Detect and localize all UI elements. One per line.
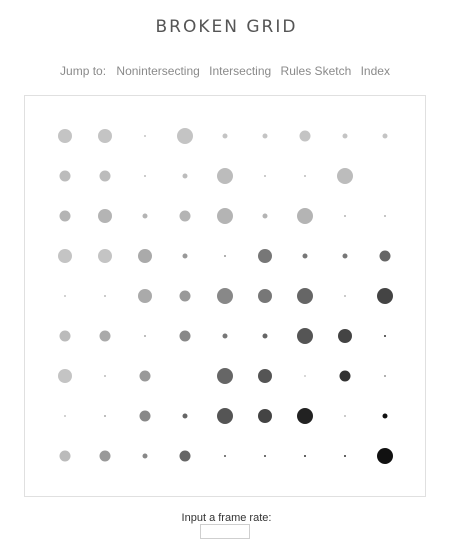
grid-dot xyxy=(258,289,272,303)
grid-dot xyxy=(262,333,268,339)
grid-dot xyxy=(139,410,151,422)
grid-dot xyxy=(217,288,233,304)
grid-dot xyxy=(222,133,228,139)
grid-dot xyxy=(342,253,348,259)
link-nonintersecting[interactable]: Nonintersecting xyxy=(116,64,199,78)
grid-dot xyxy=(104,415,106,417)
grid-dot xyxy=(179,450,191,462)
grid-dot xyxy=(182,173,188,179)
dot-grid xyxy=(58,128,393,464)
grid-dot xyxy=(264,175,266,177)
grid-dot xyxy=(59,330,71,342)
grid-dot xyxy=(217,168,233,184)
grid-dot xyxy=(297,288,313,304)
grid-dot xyxy=(99,170,111,182)
grid-dot xyxy=(59,170,71,182)
grid-dot xyxy=(64,415,66,417)
grid-dot xyxy=(297,208,313,224)
grid-dot xyxy=(344,215,346,217)
grid-dot xyxy=(217,368,233,384)
page-title: BROKEN GRID xyxy=(155,17,298,37)
grid-dot xyxy=(338,329,352,343)
grid-dot xyxy=(182,413,188,419)
jump-nav: Jump to: Nonintersecting Intersecting Ru… xyxy=(0,64,453,78)
grid-dot xyxy=(262,213,268,219)
link-index[interactable]: Index xyxy=(361,64,390,78)
grid-dot xyxy=(297,408,313,424)
grid-dot xyxy=(59,450,71,462)
grid-dot xyxy=(58,129,72,143)
sketch-canvas xyxy=(24,95,426,497)
grid-dot xyxy=(138,249,152,263)
grid-dot xyxy=(384,215,386,217)
link-rules-sketch[interactable]: Rules Sketch xyxy=(281,64,352,78)
grid-dot xyxy=(384,375,386,377)
frame-rate-input[interactable] xyxy=(200,524,250,539)
jump-to-label: Jump to: xyxy=(60,64,107,78)
grid-dot xyxy=(344,295,346,297)
grid-dot xyxy=(297,328,313,344)
grid-dot xyxy=(264,455,266,457)
grid-dot xyxy=(344,415,346,417)
grid-dot xyxy=(139,370,151,382)
grid-dot xyxy=(337,168,353,184)
grid-dot xyxy=(179,210,191,222)
grid-dot xyxy=(104,375,106,377)
grid-dot xyxy=(98,129,112,143)
grid-dot xyxy=(342,133,348,139)
grid-dot xyxy=(142,213,148,219)
grid-dot xyxy=(104,295,106,297)
grid-dot xyxy=(217,408,233,424)
grid-dot xyxy=(99,450,111,462)
grid-dot xyxy=(379,250,391,262)
grid-dot xyxy=(144,175,146,177)
grid-dot xyxy=(224,255,226,257)
grid-dot xyxy=(299,130,311,142)
grid-dot xyxy=(382,133,388,139)
grid-dot xyxy=(144,335,146,337)
grid-dot xyxy=(59,210,71,222)
grid-dot xyxy=(217,208,233,224)
grid-dot xyxy=(258,409,272,423)
grid-dot xyxy=(382,413,388,419)
grid-dot xyxy=(182,253,188,259)
grid-dot xyxy=(64,295,66,297)
grid-dot xyxy=(144,135,146,137)
grid-dot xyxy=(258,249,272,263)
grid-dot xyxy=(222,333,228,339)
grid-dot xyxy=(377,448,393,464)
grid-dot xyxy=(224,455,226,457)
link-intersecting[interactable]: Intersecting xyxy=(209,64,271,78)
grid-dot xyxy=(98,249,112,263)
grid-dot xyxy=(262,133,268,139)
grid-dot xyxy=(304,455,306,457)
grid-dot xyxy=(142,453,148,459)
grid-dot xyxy=(304,175,306,177)
grid-dot xyxy=(99,330,111,342)
grid-dot xyxy=(339,370,351,382)
grid-dot xyxy=(302,253,308,259)
grid-dot xyxy=(258,369,272,383)
grid-dot xyxy=(58,249,72,263)
frame-rate-label: Input a frame rate: xyxy=(181,512,272,524)
grid-dot xyxy=(179,330,191,342)
grid-dot xyxy=(177,128,193,144)
grid-dot xyxy=(179,290,191,302)
grid-dot xyxy=(98,209,112,223)
grid-dot xyxy=(377,288,393,304)
grid-dot xyxy=(344,455,346,457)
grid-dot xyxy=(304,375,306,377)
grid-dot xyxy=(58,369,72,383)
grid-dot xyxy=(138,289,152,303)
grid-dot xyxy=(384,335,386,337)
